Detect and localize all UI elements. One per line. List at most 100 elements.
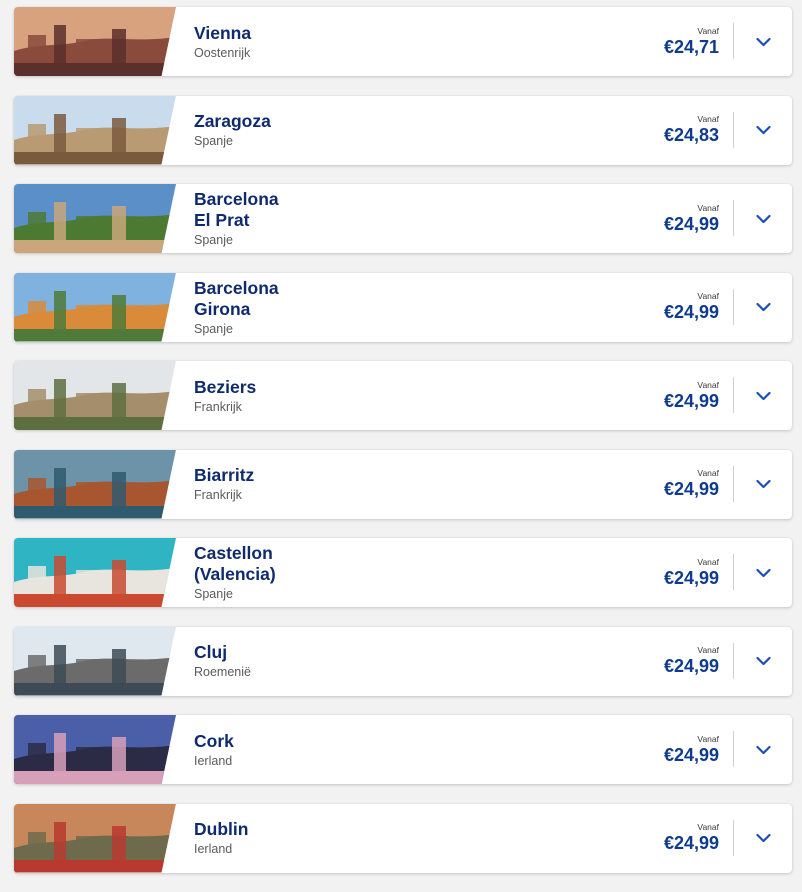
price-amount: €24,99 bbox=[663, 390, 719, 411]
price-block: Vanaf €24,99 bbox=[664, 538, 719, 607]
country-name: Frankrijk bbox=[194, 399, 242, 414]
destination-card-0[interactable]: Vienna Oostenrijk Vanaf €24,71 bbox=[14, 7, 792, 76]
destination-card-7[interactable]: Cluj Roemenië Vanaf €24,99 bbox=[14, 626, 792, 696]
destination-card-1[interactable]: Zaragoza Spanje Vanaf €24,83 bbox=[14, 95, 792, 165]
expand-button[interactable] bbox=[734, 627, 792, 696]
expand-button[interactable] bbox=[734, 715, 792, 784]
expand-button[interactable] bbox=[734, 184, 792, 253]
expand-button[interactable] bbox=[734, 450, 792, 519]
city-name: Castellon (Valencia) bbox=[194, 543, 276, 584]
expand-button[interactable] bbox=[734, 273, 792, 342]
price-amount: €24,99 bbox=[663, 744, 719, 765]
barcelona-park-guell-photo bbox=[14, 184, 176, 253]
chevron-down-icon bbox=[755, 391, 771, 400]
price-block: Vanaf €24,99 bbox=[664, 627, 719, 696]
chevron-down-icon bbox=[755, 214, 771, 223]
destination-info: Biarritz Frankrijk bbox=[194, 450, 494, 519]
dublin-bridge-photo bbox=[14, 803, 176, 873]
country-name: Roemenië bbox=[194, 665, 251, 679]
destination-info: Castellon (Valencia) Spanje bbox=[194, 538, 494, 607]
city-name: Zaragoza bbox=[194, 111, 271, 131]
price-block: Vanaf €24,99 bbox=[664, 715, 719, 784]
destination-info: Dublin Ierland bbox=[194, 804, 494, 873]
expand-button[interactable] bbox=[734, 538, 792, 607]
city-name: Biarritz bbox=[194, 465, 255, 485]
price-block: Vanaf €24,99 bbox=[664, 184, 719, 253]
chevron-down-icon bbox=[755, 37, 771, 46]
beziers-cathedral-photo bbox=[14, 361, 176, 430]
price-block: Vanaf €24,99 bbox=[664, 450, 719, 519]
price-amount: €24,71 bbox=[663, 36, 719, 57]
price-amount: €24,99 bbox=[663, 302, 719, 322]
chevron-down-icon bbox=[755, 568, 771, 577]
chevron-down-icon bbox=[755, 656, 771, 666]
country-name: Ierland bbox=[194, 753, 233, 768]
chevron-down-icon bbox=[755, 302, 771, 312]
cluj-building-photo bbox=[14, 626, 176, 696]
from-label: Vanaf bbox=[697, 822, 719, 832]
from-label: Vanaf bbox=[697, 202, 719, 213]
price-amount: €24,99 bbox=[663, 656, 719, 676]
chevron-down-icon bbox=[755, 479, 771, 489]
price-block: Vanaf €24,99 bbox=[664, 273, 719, 342]
destination-card-4[interactable]: Beziers Frankrijk Vanaf €24,99 bbox=[14, 361, 792, 430]
city-name: Cluj bbox=[194, 642, 228, 662]
destination-card-2[interactable]: Barcelona El Prat Spanje Vanaf €24,99 bbox=[14, 184, 792, 253]
destination-info: Vienna Oostenrijk bbox=[194, 7, 494, 76]
expand-button[interactable] bbox=[734, 804, 792, 873]
city-name: Barcelona Girona bbox=[194, 277, 279, 319]
chevron-down-icon bbox=[755, 125, 771, 135]
biarritz-coast-photo bbox=[14, 449, 176, 519]
from-label: Vanaf bbox=[697, 733, 719, 744]
chevron-down-icon bbox=[755, 833, 771, 843]
price-amount: €24,99 bbox=[663, 479, 719, 499]
destination-info: Barcelona Girona Spanje bbox=[194, 273, 494, 342]
city-name: Barcelona El Prat bbox=[194, 189, 279, 230]
destination-list: Vienna Oostenrijk Vanaf €24,71 Zaragoza … bbox=[14, 7, 792, 892]
city-name: Beziers bbox=[194, 376, 257, 397]
country-name: Spanje bbox=[194, 321, 233, 336]
city-name: Vienna bbox=[194, 22, 252, 43]
vienna-city-photo bbox=[14, 7, 176, 76]
from-label: Vanaf bbox=[697, 291, 719, 301]
destination-card-6[interactable]: Castellon (Valencia) Spanje Vanaf €24,99 bbox=[14, 538, 792, 607]
destination-info: Zaragoza Spanje bbox=[194, 96, 494, 165]
destination-card-5[interactable]: Biarritz Frankrijk Vanaf €24,99 bbox=[14, 449, 792, 519]
country-name: Spanje bbox=[194, 233, 233, 247]
expand-button[interactable] bbox=[734, 7, 792, 76]
price-amount: €24,99 bbox=[663, 833, 719, 853]
destination-card-9[interactable]: Dublin Ierland Vanaf €24,99 bbox=[14, 803, 792, 873]
from-label: Vanaf bbox=[697, 556, 719, 567]
destination-info: Cluj Roemenië bbox=[194, 627, 494, 696]
price-block: Vanaf €24,99 bbox=[664, 804, 719, 873]
from-label: Vanaf bbox=[697, 114, 719, 124]
expand-button[interactable] bbox=[734, 96, 792, 165]
country-name: Spanje bbox=[194, 134, 233, 148]
country-name: Frankrijk bbox=[194, 488, 242, 502]
destination-card-3[interactable]: Barcelona Girona Spanje Vanaf €24,99 bbox=[14, 272, 792, 342]
girona-colorful-houses-photo bbox=[14, 272, 176, 342]
destination-card-8[interactable]: Cork Ierland Vanaf €24,99 bbox=[14, 715, 792, 784]
price-block: Vanaf €24,83 bbox=[664, 96, 719, 165]
destination-info: Barcelona El Prat Spanje bbox=[194, 184, 494, 253]
price-block: Vanaf €24,99 bbox=[664, 361, 719, 430]
city-name: Dublin bbox=[194, 819, 249, 839]
from-label: Vanaf bbox=[697, 379, 719, 390]
country-name: Spanje bbox=[194, 587, 233, 601]
price-amount: €24,99 bbox=[663, 567, 719, 588]
chevron-down-icon bbox=[755, 745, 771, 754]
zaragoza-basilica-photo bbox=[14, 95, 176, 165]
castellon-harbour-photo bbox=[14, 538, 176, 607]
from-label: Vanaf bbox=[697, 468, 719, 478]
price-amount: €24,83 bbox=[663, 125, 719, 145]
destination-info: Cork Ierland bbox=[194, 715, 494, 784]
city-name: Cork bbox=[194, 730, 234, 751]
price-block: Vanaf €24,71 bbox=[664, 7, 719, 76]
country-name: Oostenrijk bbox=[194, 45, 251, 60]
from-label: Vanaf bbox=[697, 25, 719, 36]
destination-info: Beziers Frankrijk bbox=[194, 361, 494, 430]
country-name: Ierland bbox=[194, 842, 233, 856]
from-label: Vanaf bbox=[697, 645, 719, 655]
expand-button[interactable] bbox=[734, 361, 792, 430]
cork-cathedral-photo bbox=[14, 715, 176, 784]
